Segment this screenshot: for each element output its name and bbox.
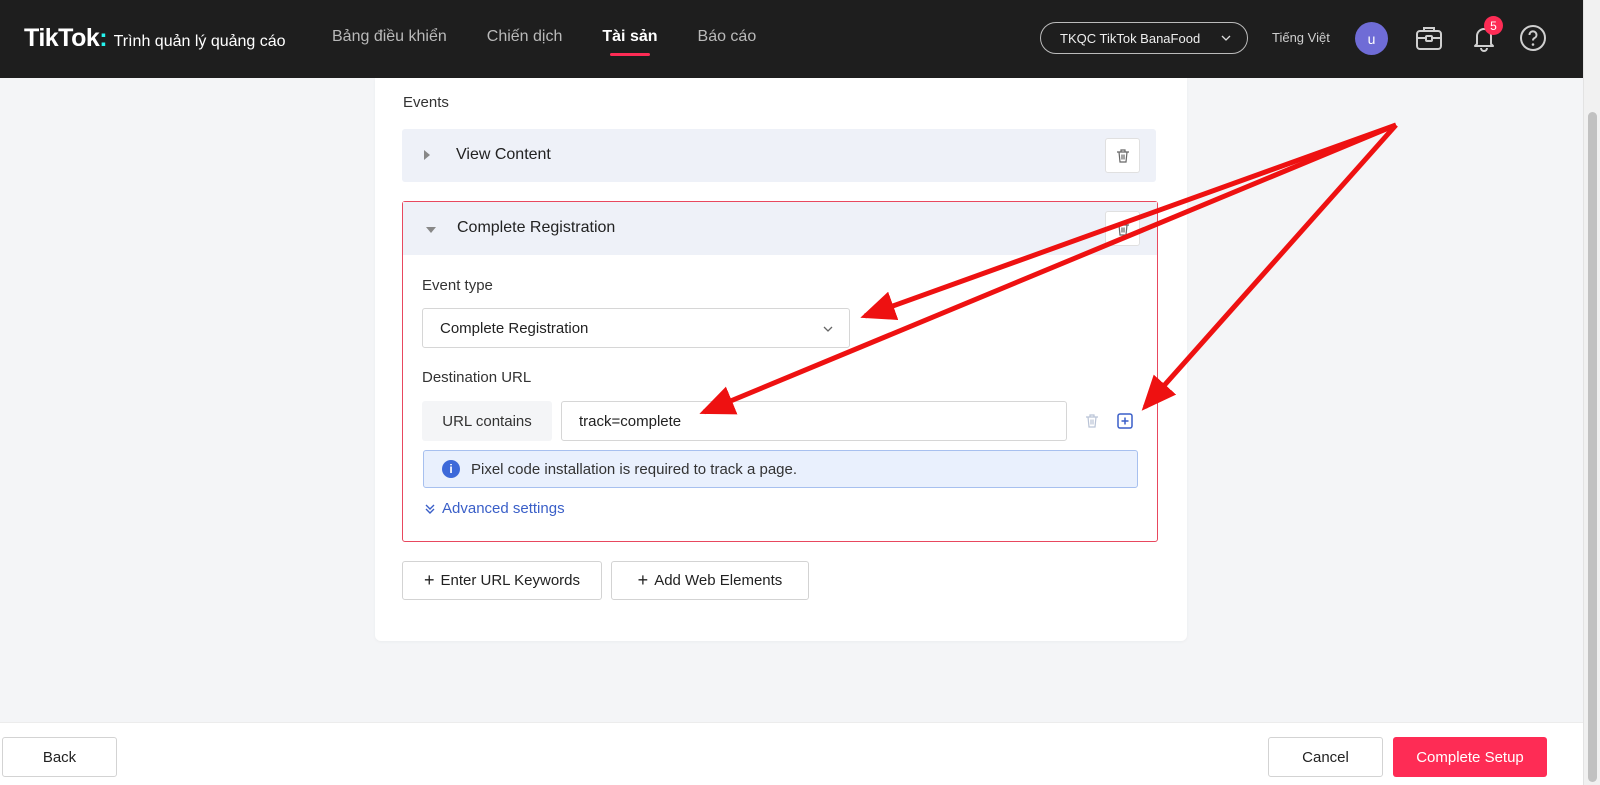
pixel-info-banner: i Pixel code installation is required to…	[423, 450, 1138, 488]
help-icon[interactable]	[1517, 22, 1549, 54]
caret-down-icon[interactable]	[426, 227, 436, 233]
add-web-elements-button[interactable]: + Add Web Elements	[611, 561, 809, 600]
back-button[interactable]: Back	[2, 737, 117, 777]
nav-assets[interactable]: Tài sản	[602, 28, 658, 56]
nav-dashboard[interactable]: Bảng điều khiển	[332, 28, 447, 46]
delete-event-button[interactable]	[1105, 211, 1140, 246]
scrollbar-thumb[interactable]	[1588, 112, 1597, 782]
tiktok-ads-logo[interactable]: TikTok : Trình quản lý quảng cáo	[24, 24, 286, 53]
trash-icon	[1086, 414, 1098, 428]
briefcase-icon[interactable]	[1413, 22, 1445, 54]
chevron-down-icon	[823, 326, 833, 332]
events-section-title: Events	[403, 94, 449, 111]
delete-event-button[interactable]	[1105, 138, 1140, 173]
event-panel-header[interactable]: Complete Registration	[403, 202, 1157, 255]
logo-colon: :	[99, 24, 108, 52]
advanced-settings-label: Advanced settings	[442, 500, 565, 517]
add-url-rule-button[interactable]	[1114, 410, 1136, 432]
language-selector[interactable]: Tiếng Việt	[1272, 30, 1330, 45]
logo-subtitle: Trình quản lý quảng cáo	[113, 33, 286, 50]
top-navigation-bar: TikTok : Trình quản lý quảng cáo Bảng đi…	[0, 0, 1583, 78]
complete-setup-button[interactable]: Complete Setup	[1393, 737, 1547, 777]
destination-url-label: Destination URL	[422, 369, 532, 386]
page-scrollbar[interactable]	[1583, 0, 1600, 785]
event-type-select[interactable]: Complete Registration	[422, 308, 850, 348]
event-name: View Content	[456, 146, 551, 163]
event-type-label: Event type	[422, 277, 493, 294]
info-icon: i	[442, 460, 460, 478]
url-keyword-input[interactable]: track=complete	[561, 401, 1067, 441]
add-web-elements-label: Add Web Elements	[654, 572, 783, 589]
plus-icon: +	[637, 570, 649, 590]
advanced-settings-toggle[interactable]: Advanced settings	[424, 500, 565, 517]
info-text: Pixel code installation is required to t…	[471, 460, 798, 478]
double-chevron-down-icon	[425, 504, 435, 514]
trash-icon	[1116, 221, 1129, 236]
nav-reports[interactable]: Báo cáo	[698, 28, 757, 46]
enter-url-keywords-button[interactable]: + Enter URL Keywords	[402, 561, 602, 600]
avatar[interactable]: u	[1355, 22, 1388, 55]
event-name: Complete Registration	[457, 219, 616, 236]
event-row-view-content[interactable]: View Content	[402, 129, 1156, 182]
event-type-value: Complete Registration	[440, 320, 589, 337]
url-condition-select[interactable]: URL contains	[422, 401, 552, 441]
main-nav: Bảng điều khiển Chiến dịch Tài sản Báo c…	[332, 28, 796, 56]
logo-wordmark: TikTok	[24, 24, 100, 52]
plus-icon: +	[423, 570, 435, 590]
chevron-down-icon	[1221, 35, 1231, 41]
cancel-button[interactable]: Cancel	[1268, 737, 1383, 777]
plus-square-icon	[1117, 413, 1133, 429]
account-selector[interactable]: TKQC TikTok BanaFood	[1040, 22, 1248, 54]
nav-campaigns[interactable]: Chiến dịch	[487, 28, 563, 46]
account-name: TKQC TikTok BanaFood	[1060, 30, 1201, 46]
enter-url-keywords-label: Enter URL Keywords	[440, 572, 581, 589]
delete-url-rule-button[interactable]	[1081, 410, 1103, 432]
trash-icon	[1116, 148, 1129, 163]
notification-badge: 5	[1484, 16, 1503, 35]
caret-right-icon[interactable]	[424, 150, 430, 160]
